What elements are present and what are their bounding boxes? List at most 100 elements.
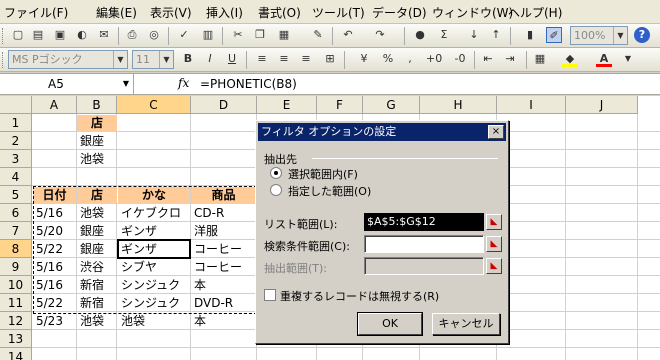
- collapse-dialog-icon[interactable]: ◣: [486, 236, 502, 252]
- help-icon[interactable]: ?: [634, 27, 650, 43]
- radio-in-place-label[interactable]: 選択範囲内(F): [288, 166, 358, 182]
- increase-decimal-icon[interactable]: +0: [426, 51, 442, 67]
- criteria-header-cell[interactable]: 店: [77, 115, 117, 132]
- ok-button[interactable]: OK: [357, 312, 423, 336]
- row-header-13[interactable]: 13: [0, 330, 32, 348]
- column-header-d[interactable]: D: [191, 96, 257, 114]
- research-icon[interactable]: ▥: [200, 27, 216, 43]
- row-header-6[interactable]: 6: [0, 204, 32, 222]
- unique-records-checkbox[interactable]: [264, 289, 276, 301]
- row-header-1[interactable]: 1: [0, 114, 32, 132]
- align-right-icon[interactable]: ≡: [298, 51, 314, 67]
- align-left-icon[interactable]: ≡: [254, 51, 270, 67]
- fill-color-icon[interactable]: ◆: [562, 51, 578, 67]
- row-header-7[interactable]: 7: [0, 222, 32, 240]
- menu-format[interactable]: 書式(O): [258, 4, 301, 21]
- row-header-2[interactable]: 2: [0, 132, 32, 150]
- menu-file[interactable]: ファイル(F): [4, 4, 68, 21]
- zoom-combo[interactable]: 100% ▼: [570, 26, 628, 45]
- column-header-h[interactable]: H: [420, 96, 497, 114]
- column-header-b[interactable]: B: [77, 96, 117, 114]
- currency-icon[interactable]: ¥: [356, 51, 372, 67]
- list-range-input[interactable]: $A$5:$G$12: [364, 213, 484, 231]
- name-box[interactable]: A5 ▼: [0, 74, 134, 94]
- menu-tools[interactable]: ツール(T): [312, 4, 365, 21]
- radio-in-place[interactable]: [270, 167, 282, 179]
- column-header-e[interactable]: E: [257, 96, 317, 114]
- undo-icon[interactable]: ↶: [340, 27, 356, 43]
- percent-icon[interactable]: %: [380, 51, 396, 67]
- permission-icon[interactable]: ◐: [74, 27, 90, 43]
- borders-icon[interactable]: ▦: [532, 51, 548, 67]
- underline-icon[interactable]: U: [224, 51, 240, 67]
- save-icon[interactable]: ▣: [52, 27, 68, 43]
- print-preview-icon[interactable]: ◎: [146, 27, 162, 43]
- align-center-icon[interactable]: ≡: [276, 51, 292, 67]
- row-header-12[interactable]: 12: [0, 312, 32, 330]
- row-header-10[interactable]: 10: [0, 276, 32, 294]
- menu-edit[interactable]: 編集(E): [96, 4, 137, 21]
- row-header-9[interactable]: 9: [0, 258, 32, 276]
- collapse-dialog-icon[interactable]: ◣: [486, 214, 502, 230]
- email-icon[interactable]: ✉: [96, 27, 112, 43]
- font-size-combo[interactable]: 11 ▼: [132, 50, 174, 69]
- row-header-11[interactable]: 11: [0, 294, 32, 312]
- radio-copy-to-label[interactable]: 指定した範囲(O): [288, 183, 371, 199]
- hyperlink-icon[interactable]: ●: [412, 27, 428, 43]
- autosum-icon[interactable]: Σ: [436, 27, 452, 43]
- font-color-icon[interactable]: A: [596, 51, 612, 67]
- select-all-corner[interactable]: [0, 96, 32, 114]
- paste-icon[interactable]: ▦: [276, 27, 292, 43]
- formula-input[interactable]: =PHONETIC(B8): [200, 77, 297, 91]
- copy-icon[interactable]: ❐: [252, 27, 268, 43]
- chart-wizard-icon[interactable]: ▮: [522, 27, 538, 43]
- column-header-j[interactable]: J: [566, 96, 638, 114]
- criteria-value-cell[interactable]: 銀座: [77, 133, 117, 150]
- row-header-3[interactable]: 3: [0, 150, 32, 168]
- increase-indent-icon[interactable]: ⇥: [502, 51, 518, 67]
- merge-center-icon[interactable]: ⊞: [322, 51, 338, 67]
- table-cell[interactable]: 5/23: [33, 313, 76, 330]
- sort-ascending-icon[interactable]: ↓: [466, 27, 482, 43]
- menu-window[interactable]: ウィンドウ(W): [432, 4, 513, 21]
- table-cell[interactable]: 池袋: [118, 313, 190, 330]
- table-cell[interactable]: 池袋: [77, 313, 117, 330]
- row-header-4[interactable]: 4: [0, 168, 32, 186]
- column-header-g[interactable]: G: [363, 96, 420, 114]
- table-cell[interactable]: 本: [191, 313, 256, 330]
- spelling-icon[interactable]: ✓: [176, 27, 192, 43]
- criteria-value-cell[interactable]: 池袋: [77, 151, 117, 168]
- open-icon[interactable]: ▤: [30, 27, 46, 43]
- drawing-icon[interactable]: ✐: [546, 27, 562, 43]
- font-name-combo[interactable]: MS Pゴシック ▼: [8, 50, 128, 69]
- redo-icon[interactable]: ↷: [372, 27, 388, 43]
- row-header-8[interactable]: 8: [0, 240, 32, 258]
- format-painter-icon[interactable]: ✎: [310, 27, 326, 43]
- criteria-range-input[interactable]: [364, 235, 484, 253]
- chevron-down-icon[interactable]: ▼: [620, 51, 636, 67]
- close-button[interactable]: ×: [488, 125, 504, 139]
- menu-data[interactable]: データ(D): [372, 4, 427, 21]
- print-icon[interactable]: ⎙: [124, 27, 140, 43]
- row-header-5[interactable]: 5: [0, 186, 32, 204]
- radio-copy-to[interactable]: [270, 184, 282, 196]
- decrease-indent-icon[interactable]: ⇤: [480, 51, 496, 67]
- menu-insert[interactable]: 挿入(I): [206, 4, 243, 21]
- unique-records-label[interactable]: 重複するレコードは無視する(R): [280, 288, 439, 304]
- italic-icon[interactable]: I: [202, 51, 218, 67]
- sort-descending-icon[interactable]: ↑: [488, 27, 504, 43]
- column-header-a[interactable]: A: [32, 96, 77, 114]
- cancel-button[interactable]: キャンセル: [432, 313, 500, 335]
- comma-icon[interactable]: ,: [402, 51, 418, 67]
- column-header-c[interactable]: C: [117, 96, 191, 114]
- new-icon[interactable]: ▢: [10, 27, 26, 43]
- row-header-14[interactable]: 14: [0, 348, 32, 360]
- menu-view[interactable]: 表示(V): [150, 4, 192, 21]
- column-header-i[interactable]: I: [497, 96, 566, 114]
- column-header-f[interactable]: F: [317, 96, 363, 114]
- cut-icon[interactable]: ✂: [230, 27, 246, 43]
- insert-function-icon[interactable]: fx: [178, 76, 189, 90]
- menu-help[interactable]: ヘルプ(H): [508, 4, 562, 21]
- decrease-decimal-icon[interactable]: -0: [452, 51, 468, 67]
- bold-icon[interactable]: B: [180, 51, 196, 67]
